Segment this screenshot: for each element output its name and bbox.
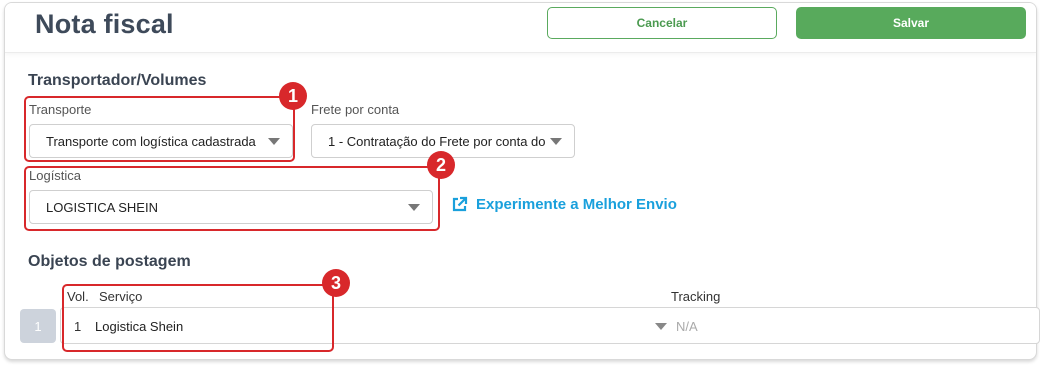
annotation-badge-3: 3 <box>322 269 350 297</box>
save-button[interactable]: Salvar <box>796 7 1026 39</box>
chevron-down-icon <box>550 138 562 145</box>
header-bar: Nota fiscal Cancelar Salvar <box>5 3 1036 53</box>
external-link-icon <box>452 196 468 212</box>
row-tracking: N/A <box>676 319 698 334</box>
transport-section-title: Transportador/Volumes <box>28 72 207 89</box>
melhor-envio-link[interactable]: Experimente a Melhor Envio <box>451 196 677 213</box>
row-index: 1 <box>20 309 56 343</box>
chevron-down-icon[interactable] <box>655 323 667 330</box>
cancel-button[interactable]: Cancelar <box>547 7 777 39</box>
page-title: Nota fiscal <box>35 9 174 39</box>
melhor-envio-link-text: Experimente a Melhor Envio <box>476 196 677 213</box>
annotation-badge-1: 1 <box>279 82 307 110</box>
frete-label: Frete por conta <box>311 102 400 117</box>
highlight-box-1 <box>24 96 295 162</box>
col-tracking-header: Tracking <box>671 289 721 304</box>
highlight-box-2 <box>24 166 440 231</box>
highlight-box-3 <box>62 284 334 352</box>
annotation-badge-2: 2 <box>427 151 455 179</box>
objects-section-title: Objetos de postagem <box>28 253 191 270</box>
frete-value: 1 - Contratação do Frete por conta do <box>328 133 546 149</box>
